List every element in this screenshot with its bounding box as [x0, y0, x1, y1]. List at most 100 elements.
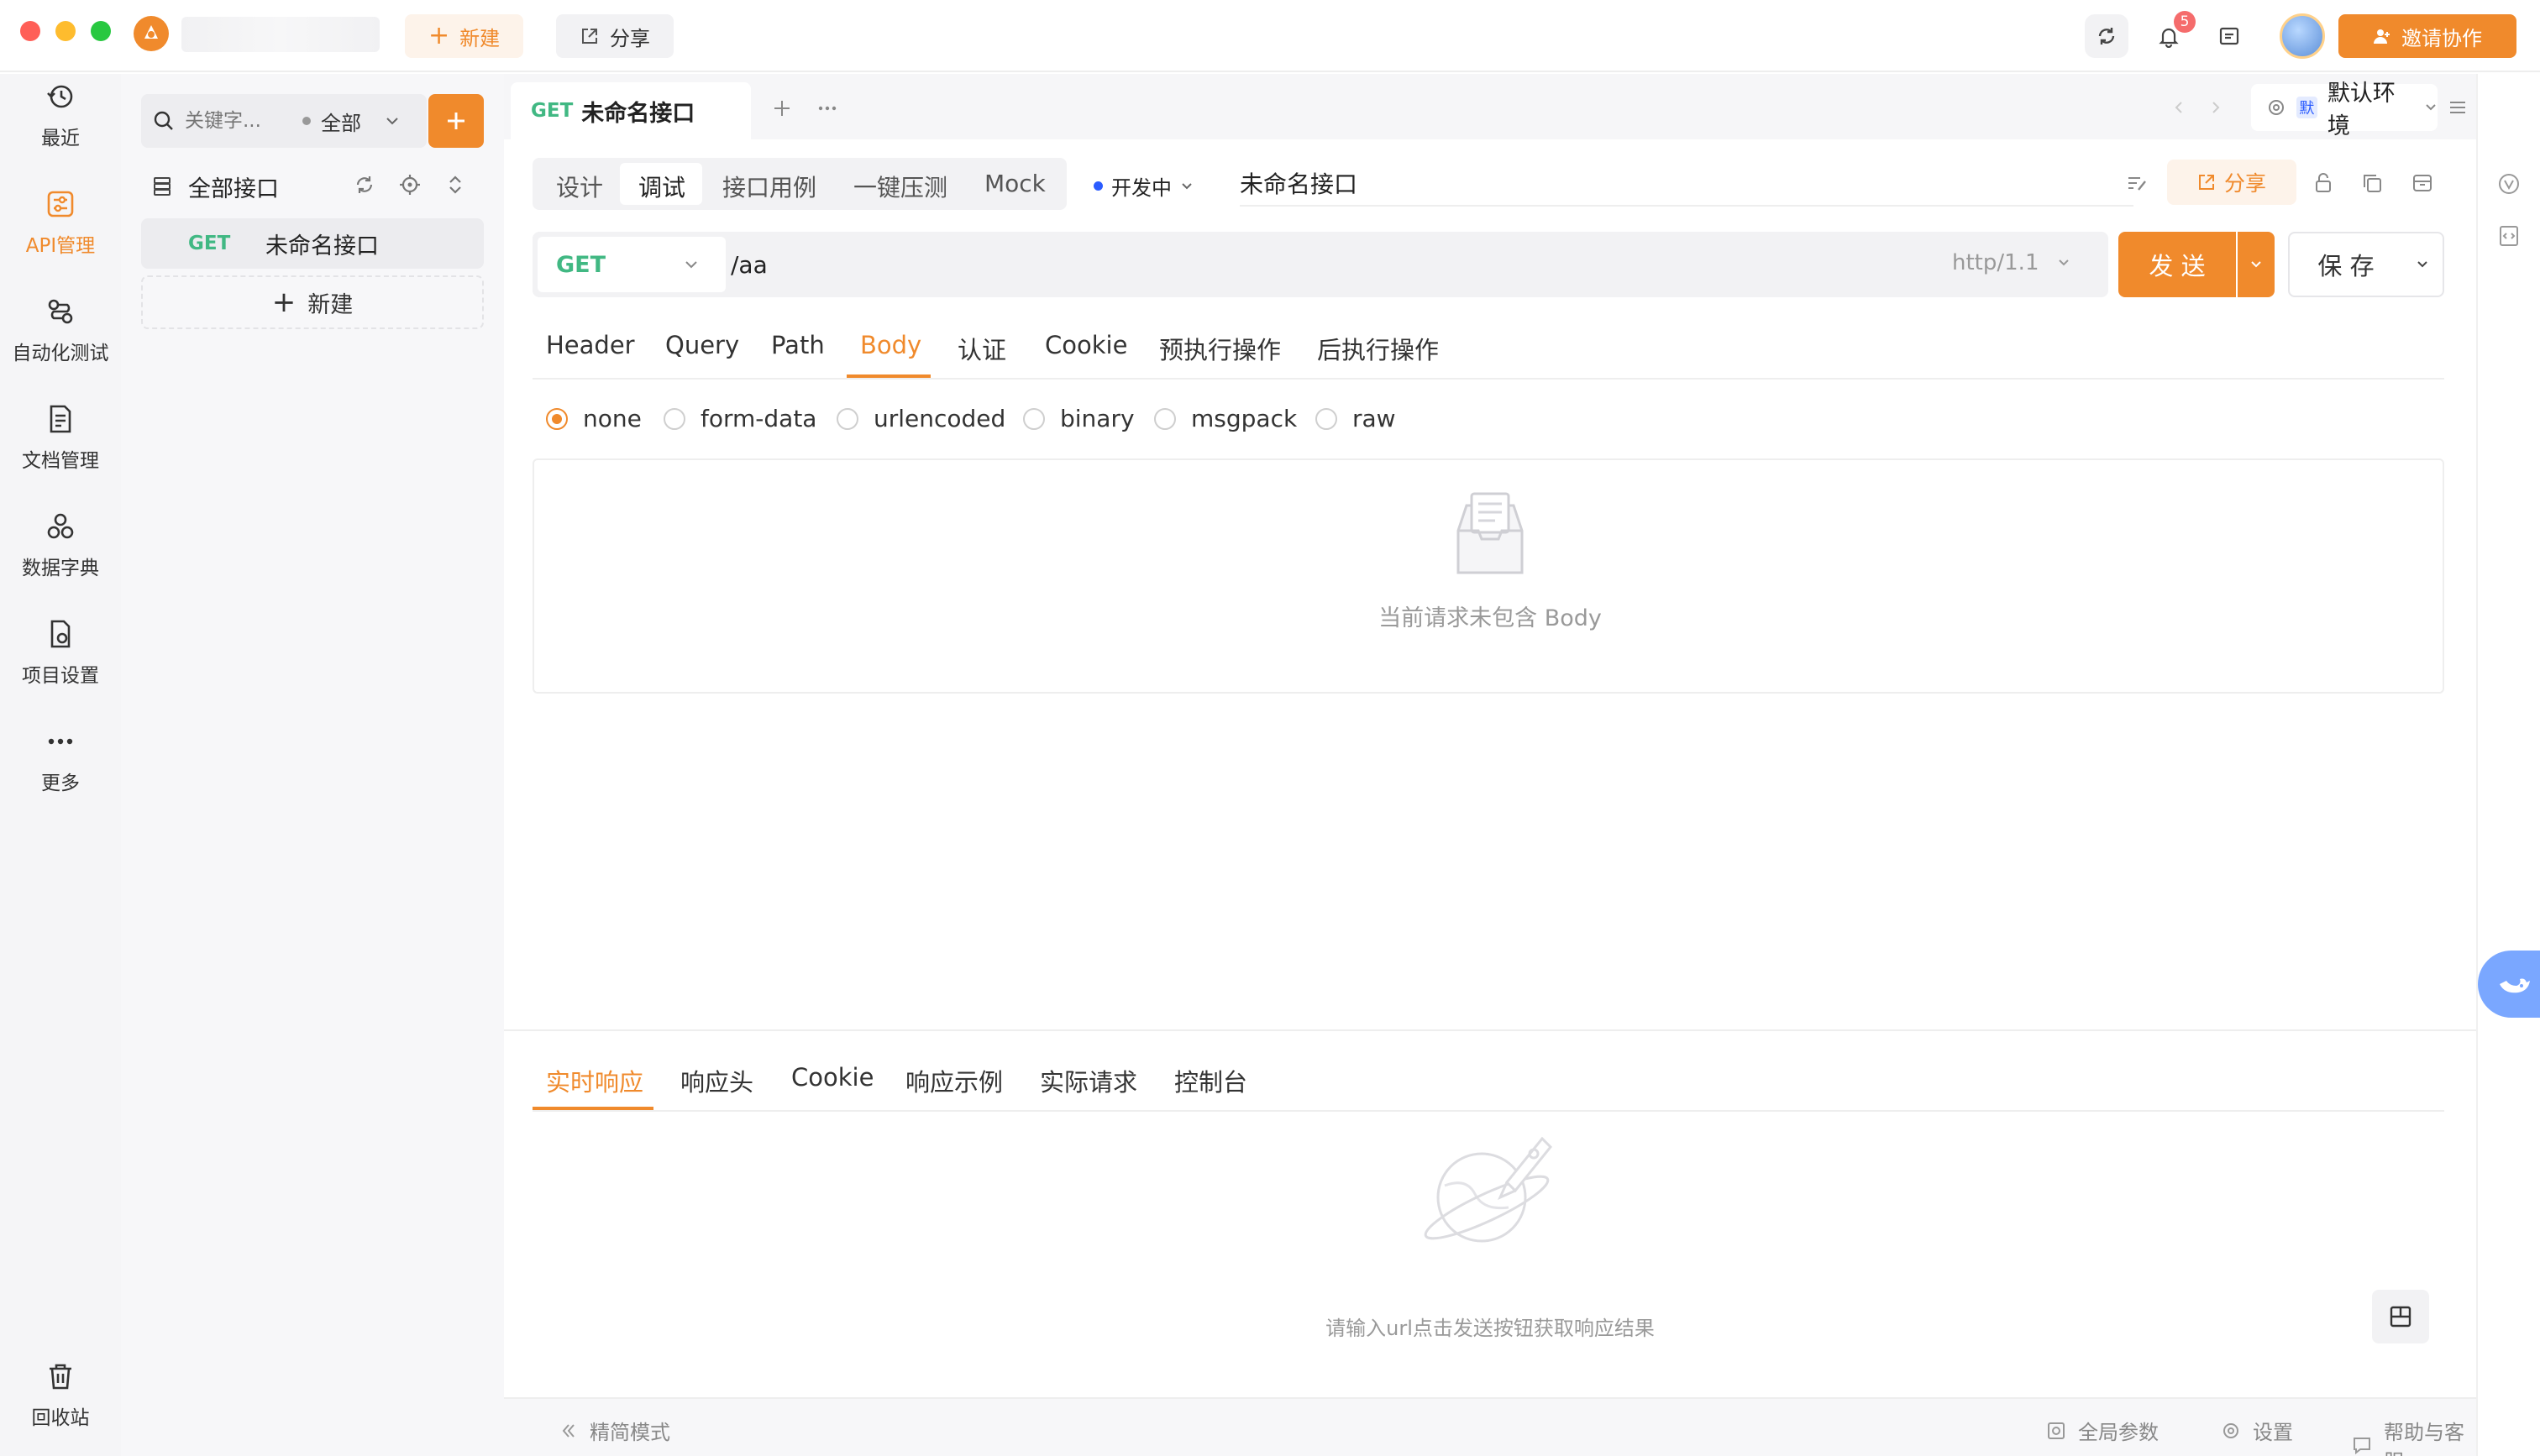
api-share-button[interactable]: 分享: [2167, 160, 2296, 205]
filter-dot-icon: [302, 117, 311, 125]
param-tab-cookie[interactable]: Cookie: [1045, 331, 1127, 359]
tab-untitled-api[interactable]: GET 未命名接口: [511, 82, 751, 139]
zoom-window-button[interactable]: [91, 21, 111, 41]
add-api-button[interactable]: [428, 94, 484, 148]
nav-item-automation-test[interactable]: 自动化测试: [0, 289, 121, 373]
mode-tab-debug[interactable]: 调试: [638, 170, 685, 203]
search-input[interactable]: [185, 110, 286, 132]
sync-button[interactable]: [2085, 14, 2128, 58]
nav-item-document-management[interactable]: 文档管理: [0, 396, 121, 480]
param-tab-header[interactable]: Header: [546, 331, 635, 359]
locate-icon[interactable]: [398, 173, 422, 196]
layout-toggle-button[interactable]: [2372, 1290, 2429, 1343]
ai-assistant-button[interactable]: [2478, 951, 2540, 1018]
send-button[interactable]: 发 送: [2118, 232, 2236, 297]
version-icon[interactable]: [2496, 171, 2522, 196]
response-divider[interactable]: [504, 1029, 2476, 1031]
environment-select[interactable]: 默 默认环境: [2251, 84, 2438, 131]
body-content-area: 当前请求未包含 Body: [533, 458, 2444, 694]
nav-item-recent[interactable]: 最近: [0, 74, 121, 158]
param-tab-pre-script[interactable]: 预执行操作: [1159, 331, 1281, 366]
save-options-button[interactable]: [2402, 232, 2444, 297]
menu-icon[interactable]: [2448, 97, 2468, 118]
body-type-none[interactable]: none: [546, 405, 642, 432]
response-tab-examples[interactable]: 响应示例: [905, 1063, 1003, 1098]
method-select[interactable]: GET: [538, 237, 726, 292]
tree-new-button[interactable]: + 新建: [141, 275, 484, 329]
param-tab-query[interactable]: Query: [665, 331, 739, 359]
tab-prev-icon[interactable]: [2170, 99, 2187, 116]
project-name-blurred[interactable]: [181, 17, 380, 52]
body-type-raw[interactable]: raw: [1315, 405, 1396, 432]
nav-item-project-settings[interactable]: 项目设置: [0, 611, 121, 695]
tree-refresh-icon[interactable]: [353, 173, 376, 196]
response-tab-actual-request[interactable]: 实际请求: [1040, 1063, 1137, 1098]
send-options-button[interactable]: [2238, 232, 2275, 297]
nav-item-api-management[interactable]: API管理: [0, 181, 121, 265]
rocket-planet-icon: [1416, 1127, 1567, 1253]
copy-icon[interactable]: [2360, 171, 2384, 195]
param-tab-auth[interactable]: 认证: [958, 331, 1006, 366]
response-tab-console[interactable]: 控制台: [1174, 1063, 1247, 1098]
new-button[interactable]: + 新建: [405, 14, 523, 58]
simple-mode-button[interactable]: 精简模式: [559, 1416, 670, 1445]
invite-collaborate-button[interactable]: 邀请协作: [2338, 14, 2516, 58]
response-tab-cookie[interactable]: Cookie: [791, 1063, 874, 1092]
help-support-button[interactable]: 帮助与客服: [2352, 1416, 2476, 1456]
environment-badge: 默: [2296, 97, 2317, 118]
search-icon: [153, 110, 175, 132]
share-icon: [580, 26, 600, 46]
plus-icon: +: [428, 24, 449, 49]
footer-settings-button[interactable]: 设置: [2221, 1416, 2293, 1445]
global-params-button[interactable]: 全局参数: [2046, 1416, 2159, 1445]
response-tab-headers[interactable]: 响应头: [680, 1063, 753, 1098]
minimize-window-button[interactable]: [55, 21, 76, 41]
tab-next-icon[interactable]: [2207, 99, 2224, 116]
nav-item-trash[interactable]: 回收站: [0, 1354, 121, 1438]
dictionary-icon: [45, 511, 76, 542]
save-button[interactable]: 保 存: [2288, 232, 2404, 297]
api-name-field[interactable]: 未命名接口: [1240, 161, 2133, 207]
project-settings-icon: [45, 619, 76, 649]
share-button[interactable]: 分享: [556, 14, 674, 58]
nav-item-more[interactable]: 更多: [0, 719, 121, 803]
body-type-form-data[interactable]: form-data: [664, 405, 816, 432]
mode-tab-test-case[interactable]: 接口用例: [722, 170, 816, 203]
url-input[interactable]: [731, 242, 1571, 287]
param-tab-post-script[interactable]: 后执行操作: [1317, 331, 1439, 366]
tree-item-api[interactable]: GET 未命名接口: [141, 218, 484, 269]
avatar[interactable]: [2280, 13, 2325, 59]
mode-tab-mock[interactable]: Mock: [984, 170, 1046, 197]
empty-inbox-icon: [1450, 489, 1530, 581]
document-icon: [45, 404, 76, 434]
mode-tab-design[interactable]: 设计: [556, 170, 603, 203]
body-type-binary[interactable]: binary: [1023, 405, 1135, 432]
status-select[interactable]: 开发中: [1094, 171, 1194, 201]
settings-icon: [2266, 97, 2286, 118]
code-snippet-icon[interactable]: [2496, 223, 2522, 249]
automation-icon: [45, 296, 76, 327]
footer-bar: 精简模式 全局参数 设置 帮助与客服: [504, 1397, 2476, 1456]
param-tab-body[interactable]: Body: [860, 331, 921, 359]
messages-button[interactable]: [2207, 14, 2251, 58]
lock-icon[interactable]: [2312, 171, 2335, 195]
notifications-button[interactable]: 5: [2147, 14, 2191, 58]
close-window-button[interactable]: [20, 21, 40, 41]
protocol-select[interactable]: http/1.1: [1952, 250, 2070, 275]
mode-tab-load-test[interactable]: 一键压测: [853, 170, 947, 203]
chevron-down-icon: [385, 113, 400, 128]
nav-item-data-dictionary[interactable]: 数据字典: [0, 504, 121, 588]
filter-select[interactable]: 全部: [302, 107, 400, 136]
layout-icon: [2388, 1304, 2413, 1329]
edit-format-icon[interactable]: [2125, 171, 2149, 195]
tree-root-all-apis[interactable]: 全部接口: [141, 161, 484, 212]
expand-collapse-icon[interactable]: [443, 173, 467, 196]
body-type-urlencoded[interactable]: urlencoded: [837, 405, 1005, 432]
tab-more-icon[interactable]: [816, 97, 838, 119]
chevron-down-icon: [2424, 101, 2438, 114]
archive-icon[interactable]: [2411, 171, 2434, 195]
body-type-msgpack[interactable]: msgpack: [1154, 405, 1297, 432]
add-tab-icon[interactable]: [771, 97, 793, 119]
param-tab-path[interactable]: Path: [771, 331, 825, 359]
response-tab-live[interactable]: 实时响应: [546, 1063, 643, 1098]
